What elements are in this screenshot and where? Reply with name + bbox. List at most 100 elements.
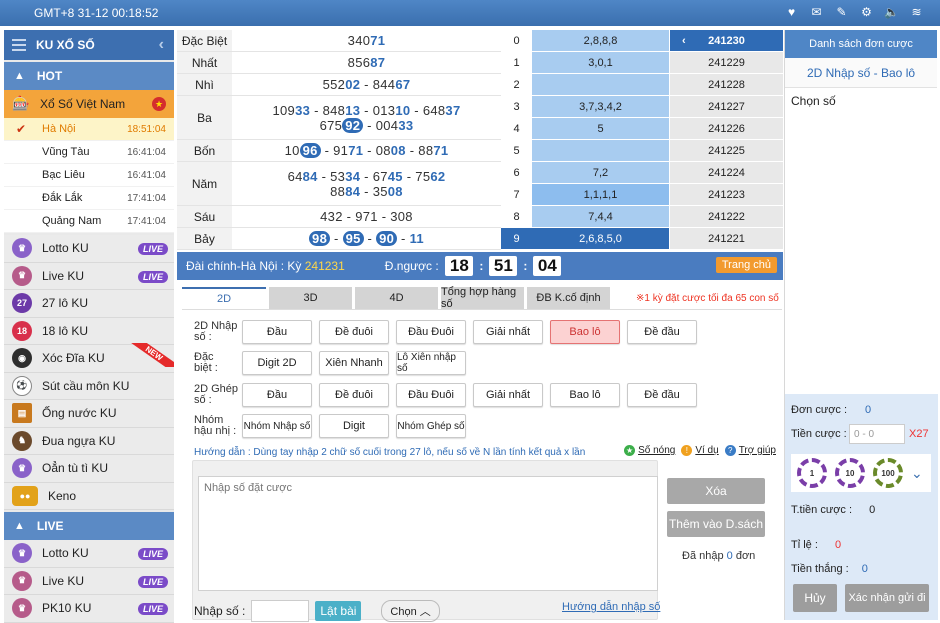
sub-item-quang-nam[interactable]: Quảng Nam 17:41:04 — [4, 210, 174, 233]
sidebar-item-xo-so-viet-nam[interactable]: 🎰 Xổ Số Việt Nam ★ — [4, 90, 174, 118]
menu-icon[interactable] — [12, 39, 26, 51]
ball-27-icon: 27 — [12, 293, 32, 314]
sidebar-live-lotto-ku[interactable]: ♛ Lotto KU LIVE — [4, 540, 174, 568]
bet-type-giai-nhat[interactable]: Giải nhất — [473, 320, 543, 344]
notification-icon[interactable]: ♥ — [784, 4, 799, 19]
period-item[interactable]: 241227 — [670, 96, 783, 118]
bet-numbers-textarea[interactable] — [198, 476, 658, 591]
sidebar-live-live-ku[interactable]: ♛ Live KU LIVE — [4, 567, 174, 595]
period-item[interactable]: 241222 — [670, 206, 783, 228]
bet-type-ghep-dau-duoi[interactable]: Đầu Đuôi — [396, 383, 466, 407]
bet-type-ghep-bao-lo[interactable]: Bao lô — [550, 383, 620, 407]
mail-icon[interactable]: ✉ — [809, 4, 824, 19]
help-link[interactable]: ? Trợ giúp — [724, 445, 776, 456]
sidebar-item-27-lo[interactable]: 27 27 lô KU — [4, 290, 174, 318]
bet-type-ghep-de-duoi[interactable]: Đề đuôi — [319, 383, 389, 407]
sidebar-item-keno[interactable]: ●● Keno — [4, 482, 174, 510]
sidebar-item-dua-ngua[interactable]: ♞ Đua ngựa KU — [4, 427, 174, 455]
bet-type-nhom-nhap-so[interactable]: Nhóm Nhập số — [242, 414, 312, 438]
tab-3d[interactable]: 3D — [269, 287, 352, 309]
sub-item-dak-lak[interactable]: Đắk Lắk 17:41:04 — [4, 187, 174, 210]
prize-row-nam: Năm 6484 - 5334 - 6745 - 7562 8884 - 350… — [177, 162, 501, 206]
bet-amount-input[interactable]: 0 - 0 — [849, 424, 905, 444]
live-badge: LIVE — [137, 548, 168, 560]
live-badge: LIVE — [137, 243, 168, 255]
bet-type-bao-lo[interactable]: Bao lô — [550, 320, 620, 344]
bet-type-lo-xien[interactable]: Lô Xiên nhập số — [396, 351, 466, 375]
period-item[interactable]: 241221 — [670, 228, 783, 250]
chevron-left-icon[interactable]: ‹ — [682, 35, 686, 47]
chevron-down-icon[interactable]: ⌄ — [911, 465, 923, 482]
chip-1[interactable]: 1 — [797, 458, 827, 488]
confirm-submit-button[interactable]: Xác nhận gửi đi — [845, 584, 929, 612]
sub-item-ha-noi[interactable]: ✔ Hà Nội 18:51:04 — [4, 118, 174, 141]
section-hot[interactable]: ▲ HOT — [4, 62, 174, 90]
sidebar-live-pk10-ku[interactable]: ♛ PK10 KU LIVE — [4, 595, 174, 623]
bet-summary: Đơn cược :0 Tiền cược : 0 - 0 X27 1 10 1… — [785, 394, 938, 620]
sub-item-bac-lieu[interactable]: Bạc Liêu 16:41:04 — [4, 164, 174, 187]
bet-slip-type: 2D Nhập số - Bao lô — [785, 58, 937, 88]
tools-icon[interactable]: ✎ — [834, 4, 849, 19]
input-guide-link[interactable]: Hướng dẫn nhập số — [562, 601, 660, 613]
stat-row: 5 — [501, 140, 669, 162]
new-ribbon: NEW — [130, 343, 174, 367]
sidebar-item-lotto-ku[interactable]: ♛ Lotto KU LIVE — [4, 235, 174, 263]
prize-row-bay: Bảy 98 - 95 - 90 - 11 — [177, 228, 501, 250]
settings-icon[interactable]: ⚙ — [859, 4, 874, 19]
tab-4d[interactable]: 4D — [355, 287, 438, 309]
bet-type-dau-duoi[interactable]: Đầu Đuôi — [396, 320, 466, 344]
sidebar-item-xoc-dia[interactable]: ◉ Xóc Đĩa KU NEW — [4, 343, 174, 373]
number-input[interactable] — [251, 600, 310, 622]
bet-type-digit[interactable]: Digit — [319, 414, 389, 438]
bet-type-de-dau[interactable]: Đề đầu — [627, 320, 697, 344]
home-button[interactable]: Trang chủ — [715, 257, 777, 273]
bet-area: 2D Nhập số : Đầu Đề đuôi Đầu Đuôi Giải n… — [182, 309, 782, 622]
choose-dropdown[interactable]: Chọn ︿ — [381, 600, 440, 622]
guide-text: Hướng dẫn : Dùng tay nhập 2 chữ số cuối … — [194, 447, 586, 458]
live-badge: LIVE — [137, 270, 168, 283]
bet-type-xien-nhanh[interactable]: Xiên Nhanh — [319, 351, 389, 375]
bet-type-ghep-de-dau[interactable]: Đề đầu — [627, 383, 697, 407]
period-item[interactable]: 241229 — [670, 52, 783, 74]
bet-type-ghep-dau[interactable]: Đầu — [242, 383, 312, 407]
tab-db-co-dinh[interactable]: ĐB K.cố định — [527, 287, 610, 309]
prize-row-nhat: Nhất 85687 — [177, 52, 501, 74]
sound-icon[interactable]: 🔈 — [884, 4, 899, 19]
period-item[interactable]: 241225 — [670, 140, 783, 162]
number-entry-row: Nhập số : Lật bài Chọn ︿ — [194, 600, 440, 622]
clear-button[interactable]: Xóa — [667, 478, 765, 504]
period-item[interactable]: 241228 — [670, 74, 783, 96]
hot-numbers-link[interactable]: ★ Số nóng — [624, 445, 675, 456]
bet-type-dau[interactable]: Đầu — [242, 320, 312, 344]
collapse-icon[interactable]: ‹ — [159, 36, 164, 54]
add-to-list-button[interactable]: Thêm vào D.sách — [667, 511, 765, 537]
flip-card-button[interactable]: Lật bài — [315, 601, 362, 621]
period-current[interactable]: ‹ 241230 — [670, 30, 783, 52]
period-item[interactable]: 241224 — [670, 162, 783, 184]
sidebar-title: KU XỔ SỐ — [36, 38, 95, 52]
bet-type-nhom-ghep-so[interactable]: Nhóm Ghép số — [396, 414, 466, 438]
odds: Tỉ lệ : 0 — [791, 539, 842, 551]
dealer-icon: ♛ — [12, 598, 32, 619]
period-item[interactable]: 241223 — [670, 184, 783, 206]
bet-type-ghep-giai-nhat[interactable]: Giải nhất — [473, 383, 543, 407]
sidebar-item-oan-tu-ti[interactable]: ♛ Oẳn tù tì KU — [4, 455, 174, 483]
sidebar-item-ong-nuoc[interactable]: ▤ Ống nước KU — [4, 400, 174, 428]
sidebar-item-18-lo[interactable]: 18 18 lô KU — [4, 317, 174, 345]
question-icon: ? — [724, 445, 736, 456]
cancel-button[interactable]: Hủy — [793, 584, 837, 612]
chip-100[interactable]: 100 — [873, 458, 903, 488]
sidebar-item-sut-cau-mon[interactable]: ⚽ Sút cầu môn KU — [4, 372, 174, 400]
bet-type-digit-2d[interactable]: Digit 2D — [242, 351, 312, 375]
tab-tong-hop[interactable]: Tổng hợp hàng số — [441, 286, 524, 310]
chip-10[interactable]: 10 — [835, 458, 865, 488]
sub-item-vung-tau[interactable]: Vũng Tàu 16:41:04 — [4, 141, 174, 164]
tab-2d[interactable]: 2D — [182, 287, 266, 309]
period-item[interactable]: 241226 — [670, 118, 783, 140]
section-live[interactable]: ▲ LIVE — [4, 512, 174, 540]
clock: GMT+8 31-12 00:18:52 — [34, 6, 159, 20]
bet-type-de-duoi[interactable]: Đề đuôi — [319, 320, 389, 344]
example-link[interactable]: ! Ví dụ — [681, 445, 719, 456]
wifi-icon[interactable]: ≋ — [909, 4, 924, 19]
sidebar-item-live-ku[interactable]: ♛ Live KU LIVE — [4, 262, 174, 290]
